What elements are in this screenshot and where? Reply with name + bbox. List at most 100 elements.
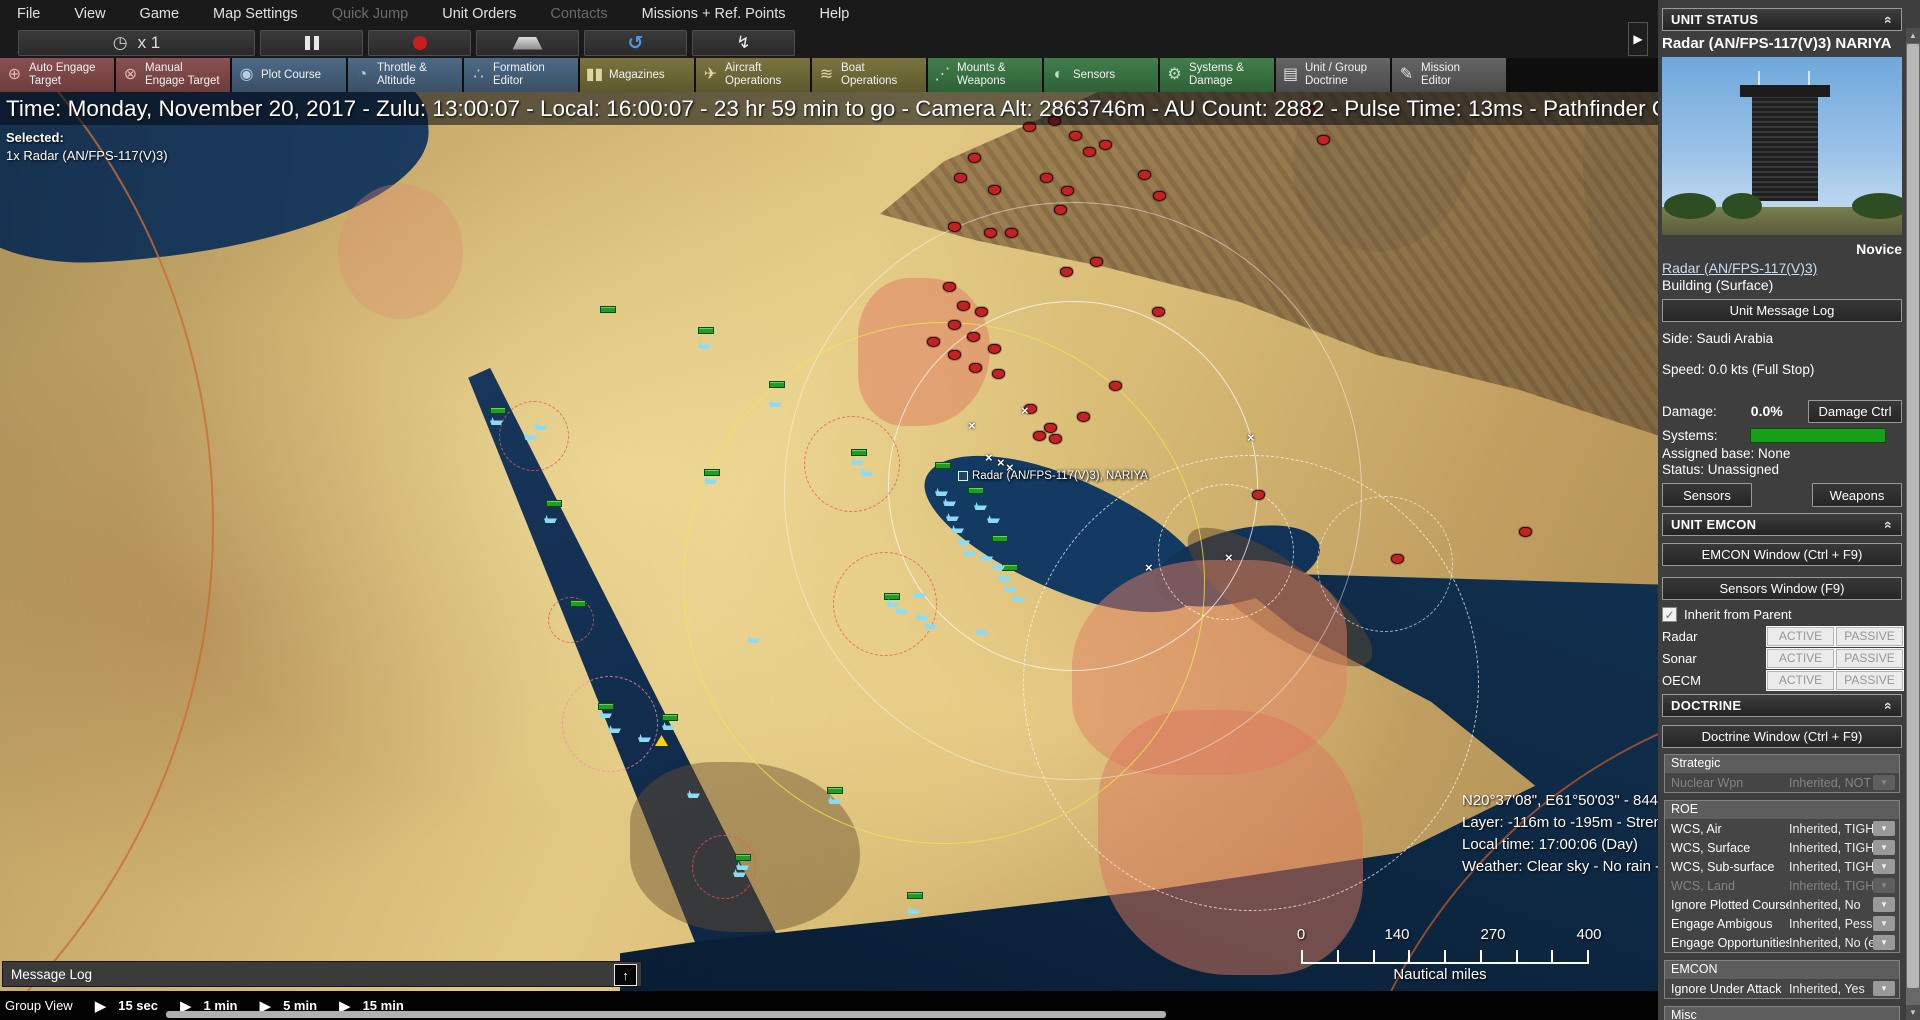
facility-marker-icon[interactable] (968, 487, 984, 494)
menu-unit-orders[interactable]: Unit Orders (425, 6, 533, 22)
friendly-ship-icon[interactable] (608, 724, 621, 733)
speed-step-15-sec[interactable]: 15 sec (118, 998, 158, 1013)
doctrine-window-button[interactable]: Doctrine Window (Ctrl + F9) (1662, 725, 1902, 748)
hostile-unit-icon[interactable] (1152, 307, 1165, 317)
hostile-unit-icon[interactable] (1005, 228, 1018, 238)
map-viewport[interactable]: ×××××××× Time: Monday, November 20, 2017… (0, 92, 1658, 991)
unit-message-log-button[interactable]: Unit Message Log (1662, 299, 1902, 322)
scroll-up-icon[interactable]: ▲ (1906, 28, 1920, 43)
hostile-unit-icon[interactable] (1391, 554, 1404, 564)
toolbar-manual-engage-target[interactable]: ⊗Manual Engage Target (116, 58, 230, 92)
friendly-ship-icon[interactable] (860, 467, 873, 476)
friendly-ship-icon[interactable] (544, 514, 557, 523)
hostile-unit-icon[interactable] (988, 344, 1001, 354)
dropdown-icon[interactable]: ▼ (1873, 981, 1895, 996)
doctrine-header[interactable]: DOCTRINE « (1662, 694, 1902, 717)
damage-ctrl-button[interactable]: Damage Ctrl (1808, 400, 1902, 423)
inherit-checkbox[interactable]: ✓ (1662, 607, 1677, 622)
friendly-ship-icon[interactable] (704, 475, 717, 484)
friendly-ship-icon[interactable] (957, 536, 970, 545)
unit-emcon-header[interactable]: UNIT EMCON « (1662, 513, 1902, 536)
friendly-ship-icon[interactable] (963, 547, 976, 556)
toolbar-aircraft-operations[interactable]: ✈Aircraft Operations (696, 58, 810, 92)
contact-x-icon[interactable]: × (1021, 404, 1029, 417)
hostile-unit-icon[interactable] (1040, 173, 1053, 183)
friendly-ship-icon[interactable] (828, 795, 841, 804)
emcon-passive-button[interactable]: PASSIVE (1835, 670, 1904, 691)
facility-marker-icon[interactable] (598, 703, 614, 710)
jump-view-button[interactable]: ↺ (584, 30, 687, 56)
hostile-unit-icon[interactable] (967, 332, 980, 342)
emcon-passive-button[interactable]: PASSIVE (1835, 648, 1904, 669)
hostile-unit-icon[interactable] (1317, 135, 1330, 145)
pause-button[interactable] (260, 30, 363, 56)
facility-marker-icon[interactable] (735, 854, 751, 861)
hostile-unit-icon[interactable] (1109, 381, 1122, 391)
sensors-button[interactable]: Sensors (1662, 483, 1752, 507)
contact-x-icon[interactable]: × (985, 451, 993, 464)
friendly-ship-icon[interactable] (980, 552, 993, 561)
toolbar-systems-damage[interactable]: ⚙Systems & Damage (1160, 58, 1274, 92)
friendly-ship-icon[interactable] (943, 497, 956, 506)
toolbar-formation-editor[interactable]: ∴Formation Editor (464, 58, 578, 92)
friendly-ship-icon[interactable] (638, 733, 651, 742)
hostile-unit-icon[interactable] (1069, 131, 1082, 141)
emcon-window-button[interactable]: EMCON Window (Ctrl + F9) (1662, 543, 1902, 566)
emcon-active-button[interactable]: ACTIVE (1766, 626, 1835, 647)
hostile-unit-icon[interactable] (988, 185, 1001, 195)
toolbar-boat-operations[interactable]: ≋Boat Operations (812, 58, 926, 92)
contact-x-icon[interactable]: × (1145, 561, 1153, 574)
friendly-ship-icon[interactable] (698, 340, 711, 349)
contact-x-icon[interactable]: × (1247, 431, 1255, 444)
friendly-ship-icon[interactable] (687, 789, 700, 798)
dropdown-icon[interactable]: ▼ (1873, 916, 1895, 931)
toolbar-sensors[interactable]: ◐Sensors (1044, 58, 1158, 92)
record-button[interactable] (368, 30, 471, 56)
toolbar-throttle-altitude[interactable]: ◔Throttle & Altitude (348, 58, 462, 92)
friendly-ship-icon[interactable] (951, 524, 964, 533)
time-compression-button[interactable]: ◷ x 1 (18, 30, 255, 56)
friendly-ship-icon[interactable] (992, 561, 1005, 570)
warning-marker-icon[interactable] (655, 735, 668, 746)
menu-file[interactable]: File (0, 6, 57, 22)
facility-marker-icon[interactable] (992, 535, 1008, 542)
hostile-unit-icon[interactable] (1044, 423, 1057, 433)
facility-marker-icon[interactable] (1002, 564, 1018, 571)
selected-unit-map-label[interactable]: Radar (AN/FPS-117(V)3), NARIYA (958, 470, 1148, 482)
hostile-unit-icon[interactable] (1054, 205, 1067, 215)
group-view-label[interactable]: Group View (5, 998, 73, 1013)
friendly-ship-icon[interactable] (851, 456, 864, 465)
unit-db-link[interactable]: Radar (AN/FPS-117(V)3) (1662, 260, 1902, 277)
toolbar-plot-course[interactable]: ◉Plot Course (232, 58, 346, 92)
friendly-ship-icon[interactable] (747, 634, 760, 643)
friendly-ship-icon[interactable] (935, 487, 948, 496)
facility-marker-icon[interactable] (662, 714, 678, 721)
facility-marker-icon[interactable] (769, 381, 785, 388)
scroll-down-icon[interactable]: ▼ (1906, 1005, 1920, 1020)
hostile-unit-icon[interactable] (957, 301, 970, 311)
sidebar-scrollbar[interactable]: ▲ ▼ (1906, 28, 1920, 1020)
friendly-ship-icon[interactable] (913, 589, 926, 598)
toolbar-auto-engage-target[interactable]: ⊕Auto Engage Target (0, 58, 114, 92)
friendly-ship-icon[interactable] (490, 416, 503, 425)
toolbar-magazines[interactable]: ▮▮Magazines (580, 58, 694, 92)
friendly-ship-icon[interactable] (946, 512, 959, 521)
hostile-unit-icon[interactable] (943, 282, 956, 292)
facility-marker-icon[interactable] (570, 600, 586, 607)
menu-game[interactable]: Game (123, 6, 197, 22)
toolbar-unit-group-doctrine[interactable]: ▤Unit / Group Doctrine (1276, 58, 1390, 92)
hostile-unit-icon[interactable] (1083, 147, 1096, 157)
facility-marker-icon[interactable] (851, 449, 867, 456)
facility-marker-icon[interactable] (600, 306, 616, 313)
friendly-ship-icon[interactable] (769, 398, 782, 407)
toolbar-mounts-weapons[interactable]: ⋰Mounts & Weapons (928, 58, 1042, 92)
friendly-ship-icon[interactable] (975, 626, 988, 635)
facility-marker-icon[interactable] (884, 593, 900, 600)
unit-status-header[interactable]: UNIT STATUS « (1662, 8, 1902, 31)
facility-marker-icon[interactable] (490, 407, 506, 414)
menu-help[interactable]: Help (802, 6, 866, 22)
friendly-ship-icon[interactable] (987, 514, 1000, 523)
contact-x-icon[interactable]: × (997, 456, 1005, 469)
friendly-ship-icon[interactable] (1004, 583, 1017, 592)
hostile-unit-icon[interactable] (954, 173, 967, 183)
